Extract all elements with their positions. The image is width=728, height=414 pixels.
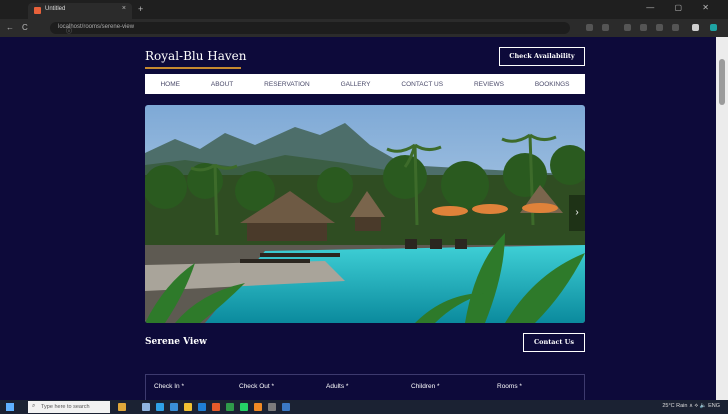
back-icon[interactable]: ← xyxy=(6,23,14,32)
adults-label[interactable]: Adults * xyxy=(326,383,348,390)
app-icon[interactable] xyxy=(268,403,276,411)
extension-icon[interactable] xyxy=(624,24,631,31)
app-icon[interactable] xyxy=(212,403,220,411)
scrollbar-thumb[interactable] xyxy=(719,59,725,105)
nav-reservation[interactable]: RESERVATION xyxy=(264,81,310,88)
reload-icon[interactable]: C xyxy=(22,23,28,32)
children-label[interactable]: Children * xyxy=(411,383,440,390)
nav-gallery[interactable]: GALLERY xyxy=(341,81,371,88)
tab-favicon-icon xyxy=(34,7,41,14)
logo-underline xyxy=(145,67,241,69)
search-icon: ⌕ xyxy=(32,403,36,409)
check-in-label[interactable]: Check In * xyxy=(154,383,184,390)
browser-tab[interactable]: Untitled × xyxy=(28,3,132,19)
address-bar-row: ← C ⓘ localhost/rooms/serene-view xyxy=(0,19,728,37)
copilot-icon[interactable] xyxy=(710,24,717,31)
tab-title: Untitled xyxy=(45,6,66,12)
extension-icon[interactable] xyxy=(672,24,679,31)
page-scrollbar[interactable] xyxy=(716,37,728,400)
edge-icon[interactable] xyxy=(156,403,164,411)
url-field[interactable]: ⓘ localhost/rooms/serene-view xyxy=(50,22,570,35)
carousel-next-button[interactable]: › xyxy=(569,195,585,231)
site-logo[interactable]: Royal-Blu Haven xyxy=(145,49,247,63)
extension-icon[interactable] xyxy=(656,24,663,31)
extension-icon[interactable] xyxy=(640,24,647,31)
profile-icon[interactable] xyxy=(692,24,699,31)
main-nav: HOME ABOUT RESERVATION GALLERY CONTACT U… xyxy=(145,74,585,94)
widgets-icon[interactable] xyxy=(118,403,126,411)
hero-illustration xyxy=(145,105,585,323)
web-page: Royal-Blu Haven Check Availability HOME … xyxy=(0,37,716,400)
nav-about[interactable]: ABOUT xyxy=(211,81,233,88)
browser-tab-bar: Untitled × + — ▢ ✕ xyxy=(0,0,728,19)
windows-start-icon[interactable] xyxy=(6,403,14,411)
booking-form: Check In * Check Out * Adults * Children… xyxy=(145,374,585,400)
taskbar-search-placeholder: Type here to search xyxy=(41,404,90,410)
vscode-icon[interactable] xyxy=(170,403,178,411)
whatsapp-icon[interactable] xyxy=(240,403,248,411)
window-controls[interactable]: — ▢ ✕ xyxy=(646,3,718,12)
nav-home[interactable]: HOME xyxy=(160,81,180,88)
app-icon[interactable] xyxy=(226,403,234,411)
tab-close-icon[interactable]: × xyxy=(122,5,126,12)
extension-icon[interactable] xyxy=(602,24,609,31)
taskbar-search[interactable]: ⌕ Type here to search xyxy=(28,401,110,413)
nav-bookings[interactable]: BOOKINGS xyxy=(535,81,570,88)
hero-image-resort-pool: › xyxy=(145,105,585,323)
app-icon[interactable] xyxy=(254,403,262,411)
check-out-label[interactable]: Check Out * xyxy=(239,383,274,390)
extension-icon[interactable] xyxy=(586,24,593,31)
os-taskbar: ⌕ Type here to search 25°C Rain ∧ ⟡ 🔈 EN… xyxy=(0,400,728,414)
rooms-label[interactable]: Rooms * xyxy=(497,383,522,390)
room-title: Serene View xyxy=(145,337,207,347)
new-tab-icon[interactable]: + xyxy=(138,4,143,14)
nav-contact-us[interactable]: CONTACT US xyxy=(401,81,443,88)
site-info-icon[interactable]: ⓘ xyxy=(66,26,72,35)
word-icon[interactable] xyxy=(198,403,206,411)
check-availability-button[interactable]: Check Availability xyxy=(499,47,585,66)
nav-reviews[interactable]: REVIEWS xyxy=(474,81,504,88)
app-icon[interactable] xyxy=(282,403,290,411)
system-tray[interactable]: 25°C Rain ∧ ⟡ 🔈 ENG xyxy=(662,403,720,410)
task-view-icon[interactable] xyxy=(142,403,150,411)
contact-us-button[interactable]: Contact Us xyxy=(523,333,585,352)
file-explorer-icon[interactable] xyxy=(184,403,192,411)
url-text: ⓘ localhost/rooms/serene-view xyxy=(58,24,134,35)
